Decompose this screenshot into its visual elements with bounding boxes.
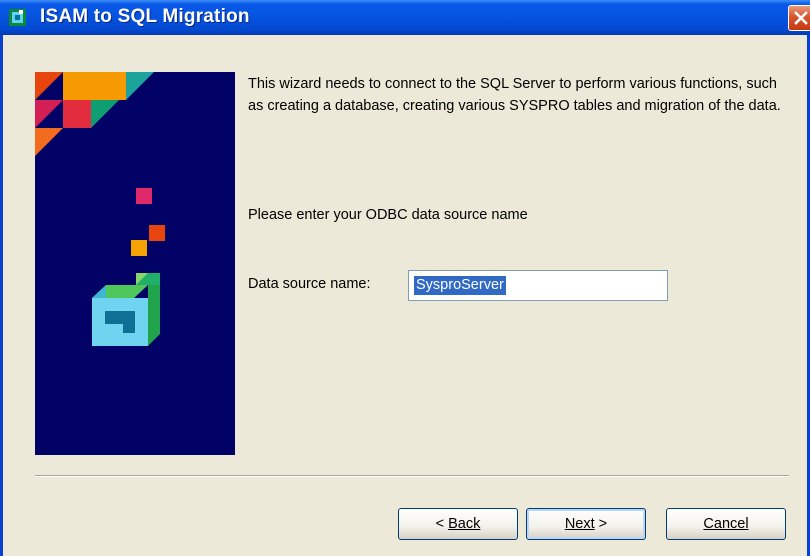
back-button[interactable]: < Back xyxy=(398,508,518,540)
syspro-logo-graphic xyxy=(35,72,165,346)
dsn-label: Data source name: xyxy=(248,276,371,292)
next-suffix: > xyxy=(594,516,608,532)
title-bar[interactable]: ISAM to SQL Migration xyxy=(0,0,810,35)
cancel-button[interactable]: Cancel xyxy=(666,508,786,540)
intro-text: This wizard needs to connect to the SQL … xyxy=(248,76,781,114)
close-button[interactable] xyxy=(788,5,810,31)
back-button-label: Back xyxy=(448,516,481,532)
window-title: ISAM to SQL Migration xyxy=(40,6,250,27)
cancel-button-label: Cancel xyxy=(703,516,749,532)
wizard-window: ISAM to SQL Migration This wizard needs … xyxy=(0,0,810,556)
dsn-input-value: SysproServer xyxy=(414,276,506,295)
back-prefix: < xyxy=(435,516,449,532)
button-separator xyxy=(35,475,789,477)
close-icon xyxy=(794,11,808,25)
app-icon xyxy=(9,9,26,26)
wizard-banner xyxy=(35,72,235,455)
dsn-input[interactable]: SysproServer xyxy=(408,270,668,301)
next-button[interactable]: Next > xyxy=(526,508,646,540)
dsn-prompt: Please enter your ODBC data source name xyxy=(248,207,528,223)
next-button-label: Next xyxy=(564,516,595,532)
